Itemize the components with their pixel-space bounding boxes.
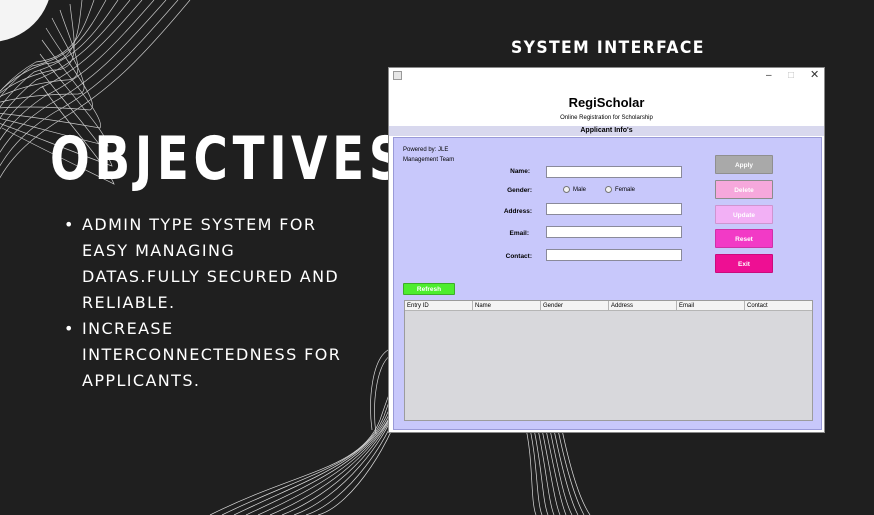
app-header: RegiScholar Online Registration for Scho… (389, 84, 824, 126)
contact-label: Contact: (505, 253, 532, 260)
radio-label: Male (573, 186, 587, 193)
app-subtitle: Online Registration for Scholarship (560, 115, 653, 121)
app-name: RegiScholar (568, 95, 645, 110)
gender-radio-female[interactable]: Female (605, 186, 635, 193)
apply-button[interactable]: Apply (715, 155, 773, 174)
column-header[interactable]: Contact (745, 301, 812, 310)
java-app-icon (393, 71, 402, 80)
app-window: – □ ✕ RegiScholar Online Registration fo… (388, 67, 825, 433)
refresh-button[interactable]: Refresh (403, 283, 455, 295)
name-input[interactable] (546, 166, 682, 178)
objectives-list: ADMIN TYPE SYSTEM FOR EASY MANAGING DATA… (64, 212, 354, 394)
applicants-table[interactable]: Entry ID Name Gender Address Email Conta… (404, 300, 813, 421)
powered-by-text: Powered by: JLE Management Team (403, 147, 455, 163)
objectives-title: OBJECTIVES (50, 124, 408, 194)
objective-item: INCREASE INTERCONNECTEDNESS FOR APPLICAN… (64, 316, 354, 394)
name-label: Name: (510, 168, 530, 175)
delete-button[interactable]: Delete (715, 180, 773, 199)
section-title: Applicant Info's (389, 126, 824, 136)
column-header[interactable]: Gender (541, 301, 609, 310)
radio-label: Female (615, 186, 636, 193)
window-titlebar: – □ ✕ (389, 68, 824, 84)
minimize-button[interactable]: – (766, 68, 772, 83)
gender-label: Gender: (507, 187, 532, 194)
column-header[interactable]: Email (677, 301, 745, 310)
column-header[interactable]: Name (473, 301, 541, 310)
exit-button[interactable]: Exit (715, 254, 773, 273)
radio-circle-icon (605, 186, 612, 193)
table-header: Entry ID Name Gender Address Email Conta… (405, 301, 812, 311)
system-interface-heading: SYSTEM INTERFACE (511, 38, 705, 58)
radio-circle-icon (563, 186, 570, 193)
update-button[interactable]: Update (715, 205, 773, 224)
objective-item: ADMIN TYPE SYSTEM FOR EASY MANAGING DATA… (64, 212, 354, 316)
close-button[interactable]: ✕ (810, 68, 819, 83)
contact-input[interactable] (546, 249, 682, 261)
column-header[interactable]: Entry ID (405, 301, 473, 310)
applicant-form-panel: Powered by: JLE Management Team Name: Ge… (393, 137, 822, 430)
reset-button[interactable]: Reset (715, 229, 773, 248)
maximize-button[interactable]: □ (788, 68, 794, 83)
email-input[interactable] (546, 226, 682, 238)
gender-radio-male[interactable]: Male (563, 186, 586, 193)
column-header[interactable]: Address (609, 301, 677, 310)
email-label: Email: (509, 230, 529, 237)
address-label: Address: (503, 208, 532, 215)
address-input[interactable] (546, 203, 682, 215)
